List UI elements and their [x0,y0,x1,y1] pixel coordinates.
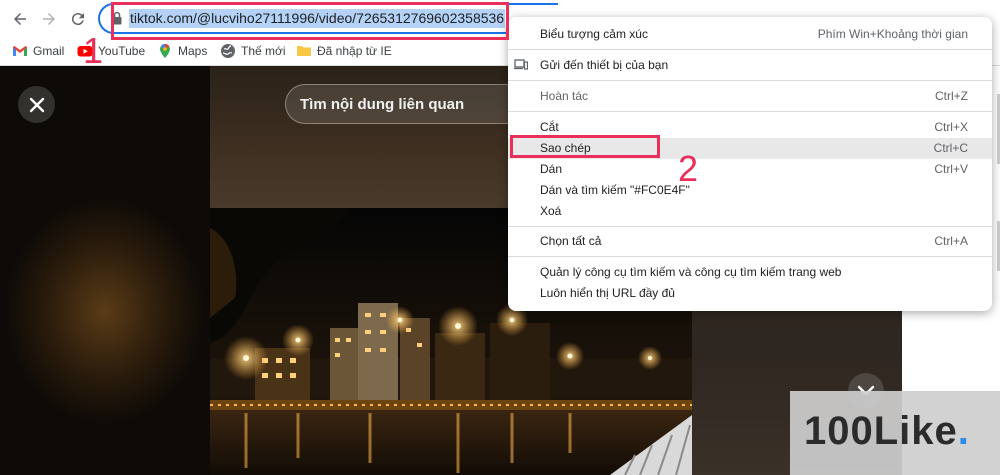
menu-item-label: Quản lý công cụ tìm kiếm và công cụ tìm … [540,265,842,279]
reload-icon [71,13,84,26]
menu-item-shortcut: Phím Win+Khoảng thời gian [817,27,968,41]
menu-item-label: Dán [540,162,563,176]
menu-item-undo[interactable]: Hoàn tác Ctrl+Z [508,86,992,107]
bookmark-label: Maps [178,44,208,58]
bookmark-gmail[interactable]: Gmail [12,43,64,59]
close-icon [29,97,44,112]
devices-icon [514,59,528,70]
blurred-background-left [0,66,210,475]
menu-item-paste[interactable]: Dán Ctrl+V [508,159,992,180]
folder-icon [297,46,311,56]
forward-button[interactable] [36,6,62,32]
reload-button[interactable] [65,6,91,32]
bookmark-maps[interactable]: Maps [157,43,207,59]
bookmark-folder-ie[interactable]: Đã nhập từ IE [296,43,392,59]
menu-separator [508,49,992,50]
menu-separator [508,80,992,81]
menu-item-delete[interactable]: Xoá [508,201,992,222]
menu-item-shortcut: Ctrl+A [934,234,968,248]
menu-item-label: Chọn tất cả [540,234,602,248]
maps-icon [160,44,170,58]
menu-separator [508,111,992,112]
menu-item-label: Biểu tượng cảm xúc [540,27,648,41]
bookmark-label: Gmail [33,44,65,58]
related-search-input[interactable]: Tìm nội dung liên quan [285,84,545,124]
menu-separator [508,226,992,227]
menu-item-label: Xoá [540,204,562,218]
menu-separator [508,256,992,257]
annotation-number-2: 2 [678,148,699,189]
gmail-icon [13,46,27,56]
menu-item-send-to-devices[interactable]: Gửi đến thiết bị của bạn [508,55,992,76]
search-placeholder: Tìm nội dung liên quan [300,96,465,113]
close-button[interactable] [18,86,55,123]
menu-item-manage-search-engines[interactable]: Quản lý công cụ tìm kiếm và công cụ tìm … [508,262,992,283]
annotation-number-1: 1 [83,30,104,71]
bookmark-the-moi[interactable]: Thế mới [220,43,286,59]
menu-item-shortcut: Ctrl+Z [935,89,968,103]
menu-item-paste-and-search[interactable]: Dán và tìm kiếm "#FC0E4F" [508,180,992,201]
back-button[interactable] [7,6,33,32]
watermark-text: 100Like. [804,409,970,453]
annotation-box-copy [510,135,660,158]
menu-item-show-full-url[interactable]: Luôn hiển thị URL đầy đủ [508,283,992,304]
menu-item-shortcut: Ctrl+V [934,162,968,176]
annotation-box-url [111,2,509,40]
context-menu: Biểu tượng cảm xúc Phím Win+Khoảng thời … [508,17,992,311]
menu-item-label: Hoàn tác [540,89,589,103]
back-arrow-icon [14,13,26,25]
bookmark-label: Đã nhập từ IE [317,44,392,58]
globe-icon [221,44,235,58]
menu-item-select-all[interactable]: Chọn tất cả Ctrl+A [508,231,992,252]
bookmark-label: Thế mới [241,44,286,58]
bookmark-label: YouTube [98,44,146,58]
watermark-logo: 100Like. [790,391,1000,475]
menu-item-emoji[interactable]: Biểu tượng cảm xúc Phím Win+Khoảng thời … [508,24,992,45]
menu-item-shortcut: Ctrl+C [933,141,968,155]
menu-item-label: Dán và tìm kiếm "#FC0E4F" [540,183,690,197]
menu-item-label: Luôn hiển thị URL đầy đủ [540,286,675,300]
menu-item-shortcut: Ctrl+X [934,120,968,134]
forward-arrow-icon [43,13,55,25]
menu-item-label: Gửi đến thiết bị của bạn [540,58,669,72]
